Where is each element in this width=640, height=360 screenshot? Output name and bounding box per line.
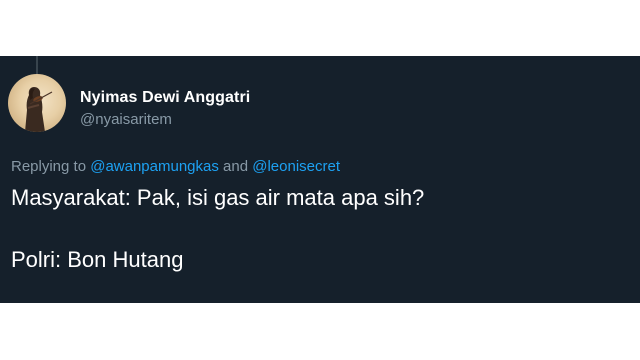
replying-conjunction: and	[223, 158, 249, 175]
tweet-body: Masyarakat: Pak, isi gas air mata apa si…	[11, 184, 424, 274]
tweet-text-line-1: Masyarakat: Pak, isi gas air mata apa si…	[11, 185, 425, 210]
tweet-card[interactable]: Nyimas Dewi Anggatri @nyaisaritem Replyi…	[0, 56, 640, 303]
author-info: Nyimas Dewi Anggatri @nyaisaritem	[80, 90, 250, 128]
replying-to-label: Replying to	[11, 158, 87, 175]
mention-link-awanpamungkas[interactable]: @awanpamungkas	[90, 158, 219, 175]
screenshot-frame: Nyimas Dewi Anggatri @nyaisaritem Replyi…	[0, 0, 640, 360]
author-handle[interactable]: @nyaisaritem	[80, 112, 250, 127]
avatar-violinist-image	[25, 87, 53, 132]
avatar[interactable]	[8, 74, 66, 132]
tweet-text-line-2: Polri: Bon Hutang	[11, 247, 184, 272]
author-display-name[interactable]: Nyimas Dewi Anggatri	[80, 90, 250, 106]
mention-link-leonisecret[interactable]: @leonisecret	[252, 158, 340, 175]
replying-to-line: Replying to @awanpamungkas and @leonisec…	[11, 158, 340, 175]
thread-connector-line	[36, 56, 38, 74]
